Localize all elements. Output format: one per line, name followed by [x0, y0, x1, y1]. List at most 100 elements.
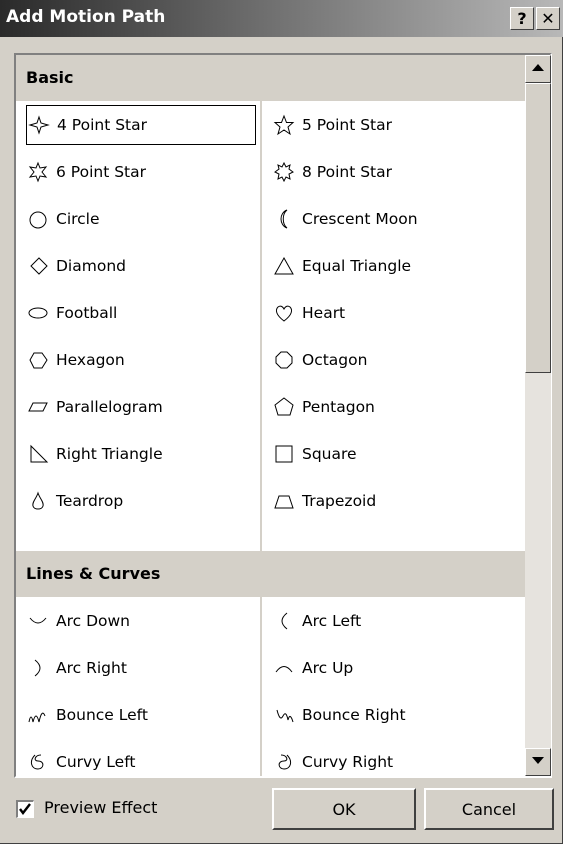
motion-path-item[interactable]: Arc Down	[26, 601, 256, 641]
motion-path-item[interactable]: Arc Left	[272, 601, 522, 641]
motion-path-item[interactable]: Teardrop	[26, 481, 256, 521]
motion-path-item[interactable]: Curvy Right	[272, 742, 522, 776]
eight-point-star-icon	[272, 161, 296, 183]
motion-path-item[interactable]: Bounce Left	[26, 695, 256, 735]
section-header-basic: Basic	[16, 55, 525, 101]
arc-left-icon	[272, 610, 296, 632]
motion-path-item[interactable]: Hexagon	[26, 340, 256, 380]
footer: Preview Effect OK Cancel	[0, 780, 563, 844]
heart-icon	[272, 302, 296, 324]
ok-button[interactable]: OK	[272, 788, 416, 830]
scroll-thumb[interactable]	[525, 83, 551, 373]
title-bar[interactable]: Add Motion Path ? ✕	[0, 0, 563, 37]
motion-path-label: Octagon	[302, 351, 368, 369]
motion-path-label: 6 Point Star	[56, 163, 146, 181]
equal-triangle-icon	[272, 255, 296, 277]
motion-path-item[interactable]: Arc Right	[26, 648, 256, 688]
motion-path-item[interactable]: Pentagon	[272, 387, 522, 427]
add-motion-path-dialog: Add Motion Path ? ✕ Basic 4 Point Star 6 …	[0, 0, 563, 844]
checkmark-icon	[19, 803, 31, 815]
motion-path-label: Trapezoid	[302, 492, 377, 510]
parallelogram-icon	[26, 396, 50, 418]
teardrop-icon	[26, 490, 50, 512]
motion-path-item[interactable]: Crescent Moon	[272, 199, 522, 239]
five-point-star-icon	[272, 114, 296, 136]
trapezoid-icon	[272, 490, 296, 512]
motion-path-label: Football	[56, 304, 118, 322]
bounce-left-icon	[26, 704, 50, 726]
crescent-moon-icon	[272, 208, 296, 230]
motion-path-label: Arc Down	[56, 612, 131, 630]
motion-path-label: Pentagon	[302, 398, 375, 416]
lines-curves-grid: Arc Down Arc Right Bounce Left Curvy Left Ar…	[16, 597, 525, 776]
window-title: Add Motion Path	[6, 7, 166, 27]
vertical-scrollbar[interactable]	[525, 55, 551, 776]
bounce-right-icon	[272, 704, 296, 726]
motion-path-item[interactable]: Football	[26, 293, 256, 333]
arrow-down-icon	[532, 757, 544, 764]
section-header-lines-curves: Lines & Curves	[16, 551, 525, 597]
motion-path-item[interactable]: Parallelogram	[26, 387, 256, 427]
scroll-down-button[interactable]	[525, 748, 551, 776]
football-icon	[26, 302, 50, 324]
motion-path-list[interactable]: Basic 4 Point Star 6 Point Star Circle Diam…	[16, 55, 525, 776]
four-point-star-icon	[27, 114, 51, 136]
motion-path-label: Right Triangle	[56, 445, 163, 463]
help-button[interactable]: ?	[510, 7, 534, 30]
column-divider	[260, 597, 262, 776]
arc-up-icon	[272, 657, 296, 679]
motion-path-item[interactable]: Curvy Left	[26, 742, 256, 776]
motion-path-label: Arc Right	[56, 659, 127, 677]
motion-path-item[interactable]: Square	[272, 434, 522, 474]
arrow-up-icon	[532, 64, 544, 71]
motion-path-item[interactable]: 8 Point Star	[272, 152, 522, 192]
basic-grid: 4 Point Star 6 Point Star Circle Diamond Foo…	[16, 101, 525, 551]
motion-path-item[interactable]: Trapezoid	[272, 481, 522, 521]
motion-path-item[interactable]: 5 Point Star	[272, 105, 522, 145]
motion-path-label: Diamond	[56, 257, 126, 275]
motion-path-label: 5 Point Star	[302, 116, 392, 134]
motion-path-label: Square	[302, 445, 357, 463]
scroll-up-button[interactable]	[525, 55, 551, 83]
column-divider	[260, 101, 262, 551]
circle-icon	[26, 208, 50, 230]
motion-path-label: Bounce Left	[56, 706, 148, 724]
preview-effect-checkbox[interactable]	[16, 800, 34, 818]
motion-path-label: Curvy Right	[302, 753, 394, 771]
motion-path-label: 8 Point Star	[302, 163, 392, 181]
motion-path-label: Parallelogram	[56, 398, 163, 416]
motion-path-item[interactable]: Heart	[272, 293, 522, 333]
curvy-right-icon	[272, 751, 296, 773]
diamond-icon	[26, 255, 50, 277]
motion-path-item[interactable]: Circle	[26, 199, 256, 239]
motion-path-label: Circle	[56, 210, 100, 228]
arc-down-icon	[26, 610, 50, 632]
motion-path-item[interactable]: Right Triangle	[26, 434, 256, 474]
motion-path-label: Heart	[302, 304, 346, 322]
close-button[interactable]: ✕	[536, 7, 560, 30]
motion-path-item[interactable]: 6 Point Star	[26, 152, 256, 192]
motion-path-label: Teardrop	[56, 492, 124, 510]
motion-path-item[interactable]: Octagon	[272, 340, 522, 380]
motion-path-item[interactable]: Equal Triangle	[272, 246, 522, 286]
motion-path-label: Arc Left	[302, 612, 362, 630]
motion-path-label: Hexagon	[56, 351, 125, 369]
octagon-icon	[272, 349, 296, 371]
motion-path-item[interactable]: Arc Up	[272, 648, 522, 688]
motion-path-label: Arc Up	[302, 659, 354, 677]
curvy-left-icon	[26, 751, 50, 773]
right-triangle-icon	[26, 443, 50, 465]
six-point-star-icon	[26, 161, 50, 183]
preview-effect-label[interactable]: Preview Effect	[44, 798, 157, 817]
arc-right-icon	[26, 657, 50, 679]
motion-path-item[interactable]: Bounce Right	[272, 695, 522, 735]
motion-path-item[interactable]: 4 Point Star	[26, 105, 256, 145]
motion-path-label: Equal Triangle	[302, 257, 412, 275]
motion-path-item[interactable]: Diamond	[26, 246, 256, 286]
cancel-button[interactable]: Cancel	[424, 788, 554, 830]
hexagon-icon	[26, 349, 50, 371]
square-icon	[272, 443, 296, 465]
pentagon-icon	[272, 396, 296, 418]
motion-path-label: 4 Point Star	[57, 116, 147, 134]
motion-path-label: Curvy Left	[56, 753, 136, 771]
